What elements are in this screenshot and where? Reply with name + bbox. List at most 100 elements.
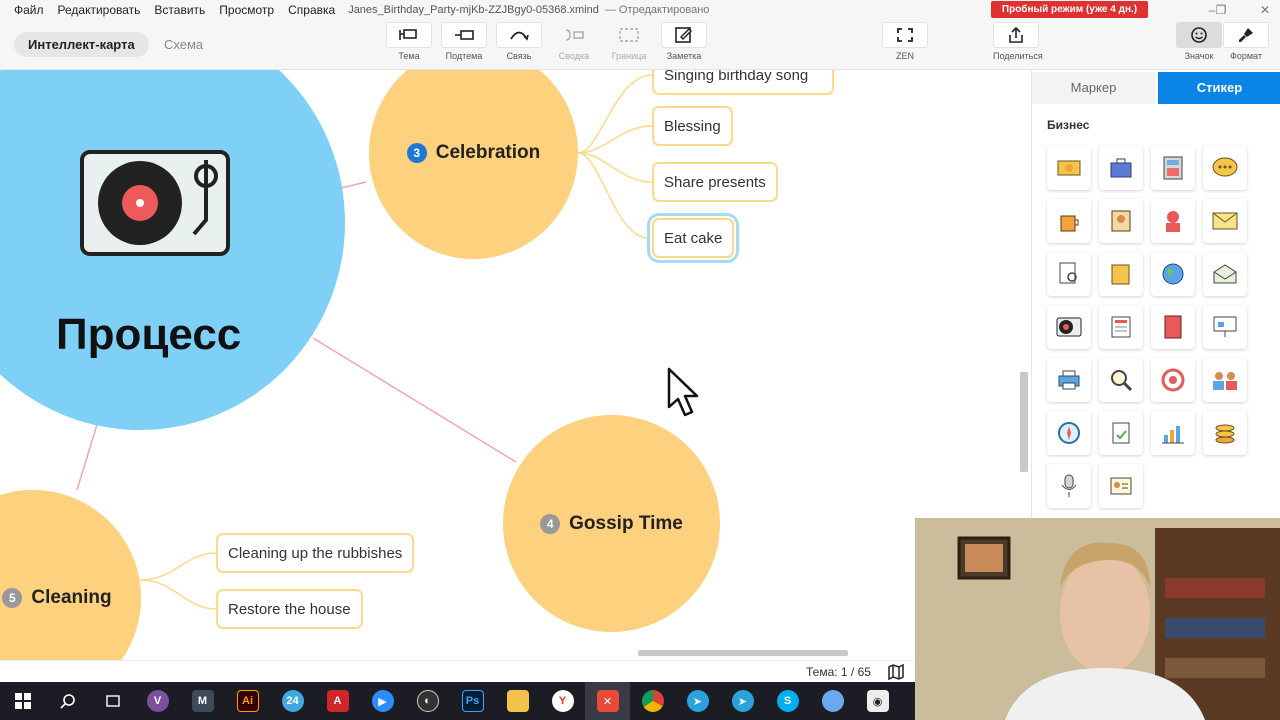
- menu-file[interactable]: Файл: [0, 3, 51, 17]
- subtopic-icon: [455, 30, 474, 40]
- file-explorer-icon[interactable]: [495, 682, 540, 720]
- briefcase-icon[interactable]: [1099, 146, 1143, 190]
- topic-gossip-time[interactable]: 4 Gossip Time: [503, 415, 720, 632]
- subtopic-blessing[interactable]: Blessing: [652, 106, 733, 146]
- coffee-icon[interactable]: [1047, 199, 1091, 243]
- calendar-24-icon[interactable]: 24: [270, 682, 315, 720]
- boundary-button[interactable]: Граница: [606, 22, 652, 61]
- illustrator-icon[interactable]: Ai: [225, 682, 270, 720]
- menu-insert[interactable]: Вставить: [147, 3, 212, 17]
- zen-button[interactable]: ZEN: [882, 22, 928, 61]
- magnifier-icon[interactable]: [1099, 358, 1143, 402]
- support-agent-icon[interactable]: [1151, 199, 1195, 243]
- branch-restore: [139, 579, 217, 610]
- topic-button[interactable]: Тема: [386, 22, 432, 61]
- mail-open-icon[interactable]: [1203, 252, 1247, 296]
- compass-icon[interactable]: [1047, 411, 1091, 455]
- cloud-icon[interactable]: [810, 682, 855, 720]
- menu-edit[interactable]: Редактировать: [51, 3, 148, 17]
- tab-sticker[interactable]: Стикер: [1158, 72, 1280, 104]
- document-search-icon[interactable]: [1047, 252, 1091, 296]
- task-view-icon[interactable]: [90, 682, 135, 720]
- record-player-icon[interactable]: [1047, 305, 1091, 349]
- globe-icon[interactable]: [1151, 252, 1195, 296]
- summary-label: Сводка: [558, 51, 590, 61]
- skype-icon[interactable]: S: [765, 682, 810, 720]
- printer-icon[interactable]: [1047, 358, 1091, 402]
- cleaning-label: Cleaning: [31, 587, 112, 608]
- tab-mind-map[interactable]: Интеллект-карта: [14, 32, 149, 57]
- book-icon[interactable]: [1151, 305, 1195, 349]
- newspaper-icon[interactable]: [1099, 305, 1143, 349]
- photoshop-icon[interactable]: Ps: [450, 682, 495, 720]
- telegram-icon[interactable]: ➤: [675, 682, 720, 720]
- mouse-cursor-icon: [667, 367, 699, 417]
- summary-button[interactable]: Сводка: [551, 22, 597, 61]
- format-button[interactable]: Формат: [1223, 22, 1269, 61]
- branch-cake: [577, 152, 649, 239]
- chat-icon[interactable]: [1203, 146, 1247, 190]
- relationship-icon: [510, 31, 529, 41]
- vertical-scrollbar[interactable]: [1020, 372, 1028, 472]
- xmind-icon[interactable]: ✕: [585, 682, 630, 720]
- icon-panel-label: Значок: [1184, 51, 1214, 61]
- branch-presents: [577, 152, 653, 183]
- trial-badge[interactable]: Пробный режим (уже 4 дн.): [991, 1, 1148, 18]
- central-topic-title: Процесс: [56, 310, 242, 359]
- map-icon[interactable]: [887, 664, 905, 680]
- share-button[interactable]: Поделиться: [993, 22, 1043, 61]
- subtopic-cleaning-rubbish[interactable]: Cleaning up the rubbishes: [216, 533, 415, 573]
- calculator-icon[interactable]: [1151, 146, 1195, 190]
- mind-map-canvas[interactable]: Процесс 3 Celebration Singing birthday s…: [0, 70, 1022, 660]
- close-icon[interactable]: ✕: [1257, 2, 1273, 18]
- gmail-icon[interactable]: M: [180, 682, 225, 720]
- gossip-label: Gossip Time: [569, 512, 683, 534]
- branch-rubbish: [139, 552, 217, 581]
- yandex-browser-icon[interactable]: Y: [540, 682, 585, 720]
- relationship-label: Связь: [506, 51, 532, 61]
- priority-5-icon: 5: [2, 588, 23, 608]
- icon-panel-button[interactable]: Значок: [1176, 22, 1222, 61]
- maximize-icon[interactable]: ❐: [1213, 2, 1229, 18]
- team-icon[interactable]: [1203, 358, 1247, 402]
- subtopic-button[interactable]: Подтема: [441, 22, 487, 61]
- summary-icon: [565, 29, 584, 41]
- id-badge-icon[interactable]: [1099, 199, 1143, 243]
- zoom-icon[interactable]: ▶: [360, 682, 405, 720]
- search-icon[interactable]: [45, 682, 90, 720]
- subtopic-singing[interactable]: Singing birthday song: [652, 70, 834, 95]
- envelope-icon[interactable]: [1203, 199, 1247, 243]
- telegram-2-icon[interactable]: ➤: [720, 682, 765, 720]
- horizontal-scrollbar[interactable]: [638, 650, 848, 656]
- microphone-icon[interactable]: [1047, 464, 1091, 508]
- money-icon[interactable]: [1047, 146, 1091, 190]
- note-label: Заметка: [666, 51, 702, 61]
- sticker-grid: [1047, 146, 1257, 508]
- menu-view[interactable]: Просмотр: [212, 3, 281, 17]
- zen-label: ZEN: [896, 51, 914, 61]
- viber-icon[interactable]: V: [135, 682, 180, 720]
- relationship-button[interactable]: Связь: [496, 22, 542, 61]
- coins-icon[interactable]: [1203, 411, 1247, 455]
- obs-icon[interactable]: ◐: [405, 682, 450, 720]
- acrobat-icon[interactable]: A: [315, 682, 360, 720]
- subtopic-share-presents[interactable]: Share presents: [652, 162, 778, 202]
- bar-chart-icon[interactable]: [1151, 411, 1195, 455]
- topic-label: Тема: [398, 51, 420, 61]
- note-button[interactable]: Заметка: [661, 22, 707, 61]
- tab-marker[interactable]: Маркер: [1032, 72, 1155, 104]
- folder-icon[interactable]: [1099, 252, 1143, 296]
- menu-help[interactable]: Справка: [281, 3, 342, 17]
- windows-start-icon[interactable]: [0, 682, 45, 720]
- subtopic-eat-cake[interactable]: Eat cake: [646, 213, 740, 263]
- tab-outline[interactable]: Схема: [150, 32, 217, 57]
- camera-icon[interactable]: ◉: [855, 682, 900, 720]
- chrome-icon[interactable]: [630, 682, 675, 720]
- topic-gossip-title: 4 Gossip Time: [540, 513, 683, 535]
- smiley-icon: [1191, 27, 1207, 43]
- target-icon[interactable]: [1151, 358, 1195, 402]
- contact-card-icon[interactable]: [1099, 464, 1143, 508]
- subtopic-restore-house[interactable]: Restore the house: [216, 589, 363, 629]
- checklist-icon[interactable]: [1099, 411, 1143, 455]
- presentation-icon[interactable]: [1203, 305, 1247, 349]
